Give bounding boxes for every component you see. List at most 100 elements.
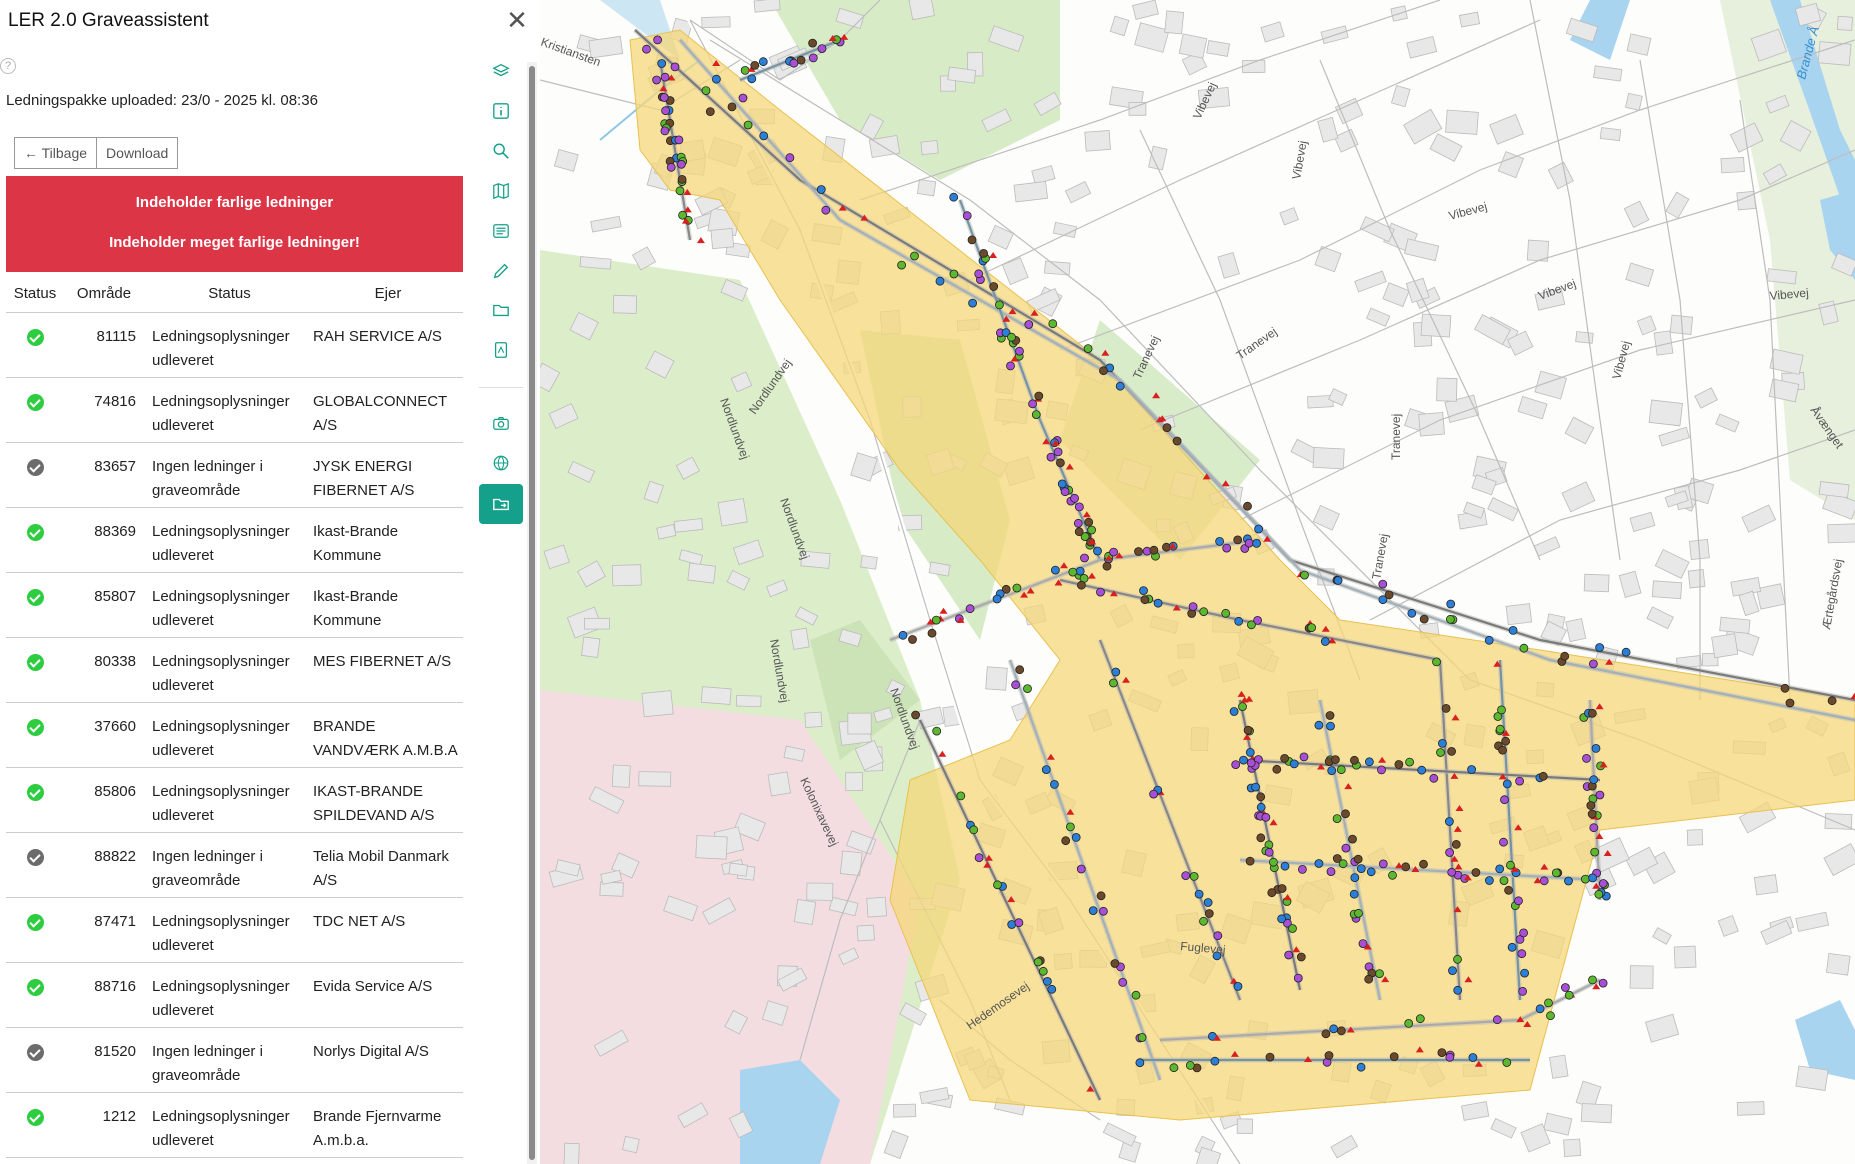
utility-point <box>816 185 826 194</box>
download-button[interactable]: Download <box>96 137 179 169</box>
search-icon[interactable] <box>479 133 523 169</box>
utility-point <box>1050 780 1059 789</box>
utility-point <box>1188 602 1198 611</box>
building <box>611 564 642 587</box>
utility-point <box>1084 517 1094 527</box>
building <box>1665 191 1690 219</box>
info-icon[interactable] <box>479 93 523 129</box>
area-cell: 88369 <box>64 507 144 573</box>
utility-marker <box>989 252 998 258</box>
building <box>1741 504 1777 533</box>
utility-point <box>1118 978 1128 987</box>
utility-point <box>1445 1052 1455 1062</box>
table-row: 81115 Ledningsoplysninger udleveret RAH SER… <box>6 312 463 378</box>
owner-line1: BRANDE <box>313 717 376 735</box>
utility-point <box>1356 1062 1366 1072</box>
building <box>1719 616 1751 634</box>
utility-point <box>1051 565 1060 575</box>
area-cell: 74816 <box>64 377 144 443</box>
utility-marker <box>1850 693 1855 699</box>
layers-icon[interactable] <box>479 53 523 89</box>
building <box>1593 65 1623 82</box>
list-icon[interactable] <box>479 213 523 249</box>
scrollbar-thumb[interactable] <box>529 66 535 1160</box>
utility-point <box>1405 757 1414 767</box>
utility-point <box>1109 547 1118 557</box>
building <box>1547 161 1574 190</box>
help-icon[interactable]: ? <box>0 58 16 74</box>
building <box>790 627 810 650</box>
globe-icon[interactable] <box>479 445 523 481</box>
utility-point <box>1284 950 1294 960</box>
camera-icon[interactable] <box>479 405 523 441</box>
area-cell: 83657 <box>64 442 144 508</box>
owner-cell: Brande Fjernvarme A.m.b.a. <box>307 1092 463 1158</box>
utility-point <box>1332 814 1342 823</box>
building <box>1711 633 1739 659</box>
building <box>1317 116 1339 143</box>
status-cell <box>6 962 64 1028</box>
utility-point <box>1419 859 1428 869</box>
utility-point <box>1046 452 1056 462</box>
utility-point <box>1394 760 1404 769</box>
utility-point <box>993 880 1002 890</box>
map-canvas[interactable]: VibevejVibevejVibevejVibevej VibevejVibev… <box>540 0 1855 1164</box>
status-cell <box>6 767 64 833</box>
utility-point <box>1498 745 1507 755</box>
back-button[interactable]: ← Tilbage <box>14 137 98 169</box>
area-cell: 81520 <box>64 1027 144 1093</box>
status-cell <box>6 442 64 508</box>
owner-cell: MES FIBERNET A/S <box>307 637 463 703</box>
utility-point <box>1325 711 1335 720</box>
building <box>700 686 732 705</box>
building <box>1445 109 1479 135</box>
status-desc-line2: udleveret <box>152 806 214 824</box>
status-desc-line2: udleveret <box>152 546 214 564</box>
check-circle-green-icon <box>26 588 44 606</box>
street-label: Vibevej <box>1447 199 1488 223</box>
status-desc-line2: udleveret <box>152 1131 214 1149</box>
export-icon[interactable] <box>479 484 523 524</box>
check-circle-green-icon <box>26 393 44 411</box>
status-desc-line1: Ingen ledninger i <box>152 847 263 865</box>
status-desc-line1: Ledningsoplysninger <box>152 1107 290 1125</box>
utility-point <box>1096 891 1106 901</box>
table-row: 1212 Ledningsoplysninger udleveret Brande F… <box>6 1092 463 1158</box>
utility-point <box>1544 998 1553 1008</box>
building <box>1817 41 1852 66</box>
map-icon[interactable] <box>479 173 523 209</box>
utility-point <box>1075 502 1084 512</box>
utility-point <box>1251 782 1260 792</box>
building <box>695 835 728 860</box>
pdf-icon[interactable] <box>479 332 523 368</box>
owner-line1: Ikast-Brande <box>313 522 399 540</box>
building <box>1517 396 1548 420</box>
building <box>845 772 864 792</box>
building <box>1505 603 1533 626</box>
area-cell: 81115 <box>64 312 144 378</box>
utility-point <box>1582 754 1591 763</box>
status-cell <box>6 637 64 703</box>
utility-point <box>1438 739 1447 748</box>
utility-point <box>969 825 979 835</box>
utility-point <box>1093 546 1102 556</box>
folder-icon[interactable] <box>479 292 523 328</box>
building <box>850 452 878 482</box>
building <box>641 690 674 718</box>
utility-point <box>1233 535 1243 545</box>
utility-point <box>1594 889 1604 899</box>
utility-point <box>1034 391 1044 401</box>
utility-point <box>1267 888 1277 898</box>
utility-point <box>1153 598 1163 608</box>
building <box>1132 0 1159 20</box>
map-view[interactable]: Vibevej Vibevej Vibevej Vibevej Vibevej Vibev… <box>540 0 1855 1164</box>
utility-point <box>1272 764 1282 774</box>
pencil-icon[interactable] <box>479 253 523 289</box>
status-desc-line2: udleveret <box>152 351 214 369</box>
utility-point <box>1364 974 1374 984</box>
check-circle-green-icon <box>26 718 44 736</box>
building <box>892 1103 917 1118</box>
building <box>1406 36 1438 59</box>
table-row: 85806 Ledningsoplysninger udleveret IKAST-B… <box>6 767 463 833</box>
close-icon[interactable]: ✕ <box>505 7 529 33</box>
